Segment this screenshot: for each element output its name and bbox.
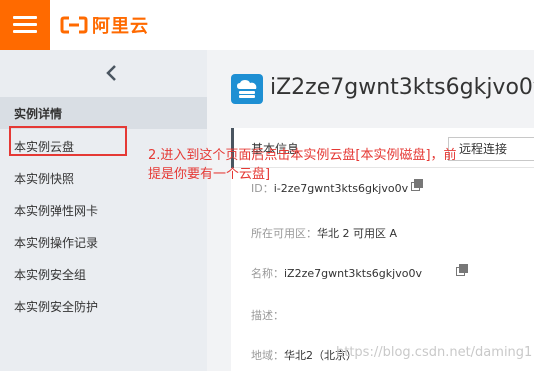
sidebar-item-label: 本实例弹性网卡 [14, 204, 99, 218]
remote-connect-button[interactable]: 远程连接 [448, 137, 534, 161]
cloud-server-icon [231, 74, 263, 104]
chevron-left-icon[interactable] [100, 62, 124, 84]
edit-name-icon[interactable] [456, 264, 468, 276]
instance-title: iZ2ze7gwnt3kts6gkjvo0v. [270, 75, 534, 100]
highlight-box [9, 126, 127, 156]
sidebar-item-label: 本实例安全组 [14, 268, 87, 282]
logo-text: 阿里云 [92, 16, 149, 37]
annotation-line-2: 提是你要有一个云盘] [148, 167, 271, 182]
sidebar-item-eni[interactable]: 本实例弹性网卡 [0, 194, 207, 224]
info-label: 名称： [251, 267, 284, 280]
sidebar-item-label: 本实例安全防护 [14, 300, 99, 314]
watermark: https://blog.csdn.net/daming1 [336, 345, 533, 360]
aliyun-logo[interactable]: 阿里云 [60, 13, 149, 37]
info-row-name: 名称：iZ2ze7gwnt3kts6gkjvo0v [251, 265, 422, 281]
info-value: iZ2ze7gwnt3kts6gkjvo0v [284, 267, 422, 280]
info-label: 所在可用区： [251, 227, 317, 240]
sidebar-section-title: 实例详情 [0, 97, 207, 129]
info-label: 描述： [251, 309, 284, 322]
sidebar: 实例详情 本实例云盘 本实例快照 本实例弹性网卡 本实例操作记录 本实例安全组 … [0, 50, 207, 371]
info-row-description: 描述： [251, 307, 284, 323]
sidebar-item-label: 本实例操作记录 [14, 236, 99, 250]
sidebar-item-security-protection[interactable]: 本实例安全防护 [0, 290, 207, 320]
sidebar-item-operation-log[interactable]: 本实例操作记录 [0, 226, 207, 256]
sidebar-item-security-group[interactable]: 本实例安全组 [0, 258, 207, 288]
aliyun-logo-mark-icon [60, 15, 88, 35]
info-value: 华北 2 可用区 A [317, 227, 398, 240]
annotation-note: 2.进入到这个页面后点击本实例云盘[本实例磁盘]，前 提是你要有一个云盘] [148, 146, 457, 184]
info-row-zone: 所在可用区：华北 2 可用区 A [251, 225, 397, 241]
main-content: iZ2ze7gwnt3kts6gkjvo0v. 基本信息 远程连接 ID：i-2… [207, 50, 534, 371]
annotation-line-1: 2.进入到这个页面后点击本实例云盘[本实例磁盘]，前 [148, 148, 457, 163]
top-bar: 阿里云 [0, 0, 534, 50]
hamburger-menu-icon[interactable] [0, 0, 50, 50]
sidebar-item-label: 本实例快照 [14, 172, 75, 186]
sidebar-section-title-label: 实例详情 [14, 107, 63, 121]
info-label: 地域： [251, 349, 284, 362]
